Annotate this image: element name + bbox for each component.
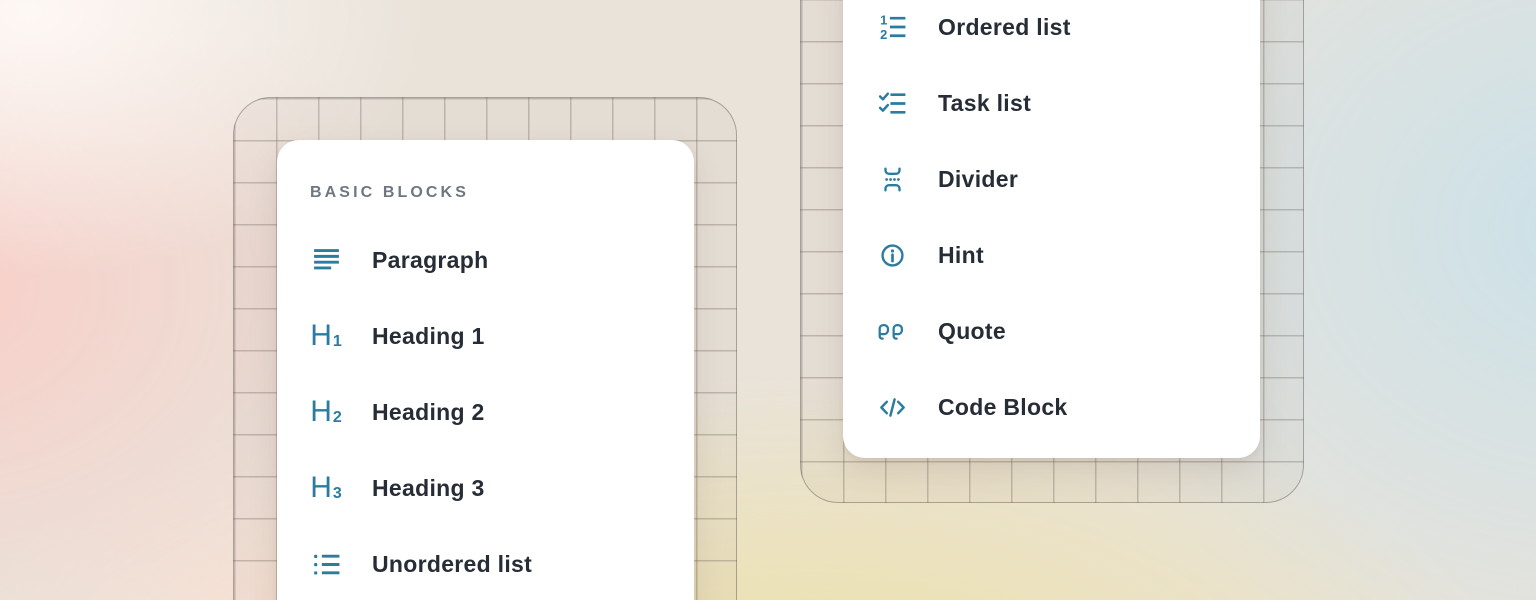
menu-item-divider[interactable]: Divider [876,141,1260,217]
menu-item-label: Paragraph [372,247,488,274]
menu-item-label: Divider [938,166,1018,193]
menu-item-label: Ordered list [938,14,1071,41]
menu-item-task-list[interactable]: Task list [876,65,1260,141]
heading-2-icon: H2 [310,396,342,428]
menu-item-paragraph[interactable]: Paragraph [310,222,694,298]
heading-1-icon: H1 [310,320,342,352]
menu-item-heading-3[interactable]: H3 Heading 3 [310,450,694,526]
section-label: BASIC BLOCKS [310,180,694,206]
menu-item-label: Heading 3 [372,475,485,502]
menu-item-heading-1[interactable]: H1 Heading 1 [310,298,694,374]
menu-item-unordered-list[interactable]: Unordered list [310,526,694,600]
heading-3-icon: H3 [310,472,342,504]
ordered-list-icon: 1 2 [876,11,908,43]
menu-item-label: Unordered list [372,551,532,578]
advanced-blocks-menu: 1 2 Ordered list Task list [843,0,1260,458]
menu-item-label: Code Block [938,394,1068,421]
menu-item-quote[interactable]: Quote [876,293,1260,369]
basic-blocks-menu: BASIC BLOCKS Paragraph H1 Heading 1 H2 H… [277,140,694,600]
svg-text:1: 1 [880,12,887,27]
paragraph-icon [310,244,342,276]
unordered-list-icon [310,548,342,580]
menu-item-label: Hint [938,242,984,269]
quote-icon [876,315,908,347]
menu-item-heading-2[interactable]: H2 Heading 2 [310,374,694,450]
code-block-icon [876,391,908,423]
task-list-icon [876,87,908,119]
menu-item-hint[interactable]: Hint [876,217,1260,293]
hint-icon [876,239,908,271]
menu-item-label: Heading 1 [372,323,485,350]
menu-item-label: Heading 2 [372,399,485,426]
menu-item-label: Task list [938,90,1031,117]
menu-item-code-block[interactable]: Code Block [876,369,1260,445]
menu-item-label: Quote [938,318,1006,345]
svg-text:2: 2 [880,26,887,41]
divider-icon [876,163,908,195]
menu-item-ordered-list[interactable]: 1 2 Ordered list [876,0,1260,65]
